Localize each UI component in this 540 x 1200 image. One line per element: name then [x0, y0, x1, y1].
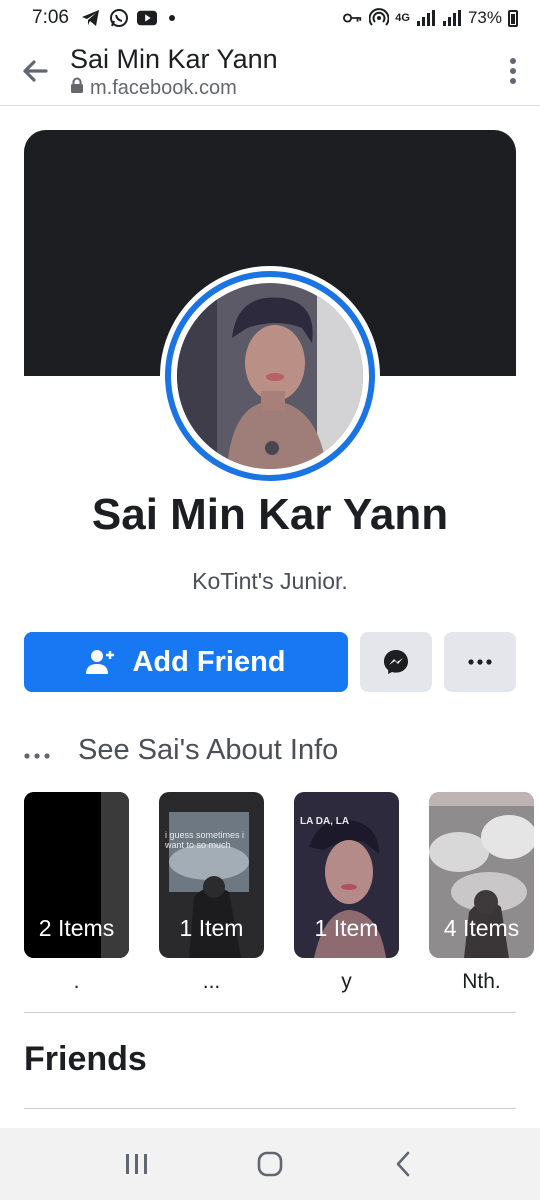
- recents-button[interactable]: [107, 1134, 167, 1194]
- recents-icon: [125, 1154, 147, 1174]
- arrow-left-icon: [23, 59, 48, 82]
- highlight-item[interactable]: 2 Items .: [24, 792, 129, 996]
- highlight-overlay-text: LA DA, LA: [300, 816, 350, 827]
- add-friend-icon: [86, 650, 115, 674]
- profile-name: Sai Min Kar Yann: [91, 490, 449, 539]
- highlight-item[interactable]: 4 Items Nth.: [429, 792, 534, 996]
- highlight-count: 2 Items: [38, 915, 115, 941]
- status-bar: 7:06 4G 73%: [0, 0, 540, 36]
- about-info-label: See Sai's About Info: [78, 733, 339, 766]
- signal-icon: [416, 8, 436, 28]
- signal-icon-2: [442, 8, 462, 28]
- highlight-label: ...: [202, 970, 221, 993]
- friends-section-title: Friends: [24, 1040, 147, 1078]
- home-icon: [257, 1151, 283, 1177]
- home-button[interactable]: [240, 1134, 300, 1194]
- highlight-overlay-text: i guess sometimes i want to so much: [165, 830, 245, 850]
- highlight-item[interactable]: i guess sometimes i want to so much 1 It…: [159, 792, 264, 996]
- highlight-label: Nth.: [462, 970, 501, 993]
- battery-percent: 73%: [467, 8, 502, 27]
- profile-bio: KoTint's Junior.: [192, 568, 348, 594]
- profile-avatar[interactable]: [160, 266, 380, 486]
- highlight-cover: 4 Items: [429, 792, 534, 958]
- hotspot-icon: [369, 8, 390, 28]
- network-type: 4G: [395, 12, 410, 24]
- avatar-photo: [177, 283, 363, 469]
- more-options-button[interactable]: [486, 36, 540, 106]
- story-highlights: 2 Items . i guess sometimes i want to so…: [24, 792, 540, 996]
- section-divider: [24, 1108, 516, 1109]
- add-friend-label: Add Friend: [132, 645, 286, 678]
- profile-actions: Add Friend: [24, 632, 516, 692]
- highlight-cover: i guess sometimes i want to so much 1 It…: [159, 792, 264, 958]
- page-title: Sai Min Kar Yann: [70, 44, 278, 74]
- message-button[interactable]: [360, 632, 432, 692]
- highlight-label: .: [73, 970, 80, 993]
- telegram-icon: [81, 8, 101, 28]
- kebab-menu-icon: [510, 57, 516, 84]
- section-divider: [24, 1012, 516, 1013]
- browser-header: Sai Min Kar Yann m.facebook.com: [0, 36, 540, 106]
- highlight-count: 1 Item: [179, 915, 244, 941]
- add-friend-button[interactable]: Add Friend: [24, 632, 348, 692]
- about-info-link[interactable]: See Sai's About Info: [24, 728, 338, 772]
- highlight-cover: 2 Items: [24, 792, 129, 958]
- about-dots-icon: [24, 735, 56, 766]
- highlight-count: 1 Item: [314, 915, 379, 941]
- highlight-cover: LA DA, LA 1 Item: [294, 792, 399, 958]
- messenger-icon: [384, 650, 408, 674]
- more-dots-icon: [468, 659, 492, 665]
- highlight-label: y: [341, 970, 352, 993]
- lock-icon: [70, 77, 84, 100]
- more-button[interactable]: [444, 632, 516, 692]
- chevron-left-icon: [397, 1151, 410, 1177]
- highlight-count: 4 Items: [443, 915, 520, 941]
- system-nav-bar: [0, 1128, 540, 1200]
- notification-dot-icon: [168, 15, 175, 21]
- url-text[interactable]: m.facebook.com: [90, 77, 237, 100]
- highlight-item[interactable]: LA DA, LA 1 Item y: [294, 792, 399, 996]
- battery-icon: [508, 9, 518, 27]
- vpn-key-icon: [343, 8, 363, 28]
- whatsapp-icon: [109, 8, 129, 28]
- back-button[interactable]: [0, 36, 70, 106]
- status-time: 7:06: [32, 7, 69, 28]
- youtube-icon: [136, 8, 157, 28]
- back-nav-button[interactable]: [373, 1134, 433, 1194]
